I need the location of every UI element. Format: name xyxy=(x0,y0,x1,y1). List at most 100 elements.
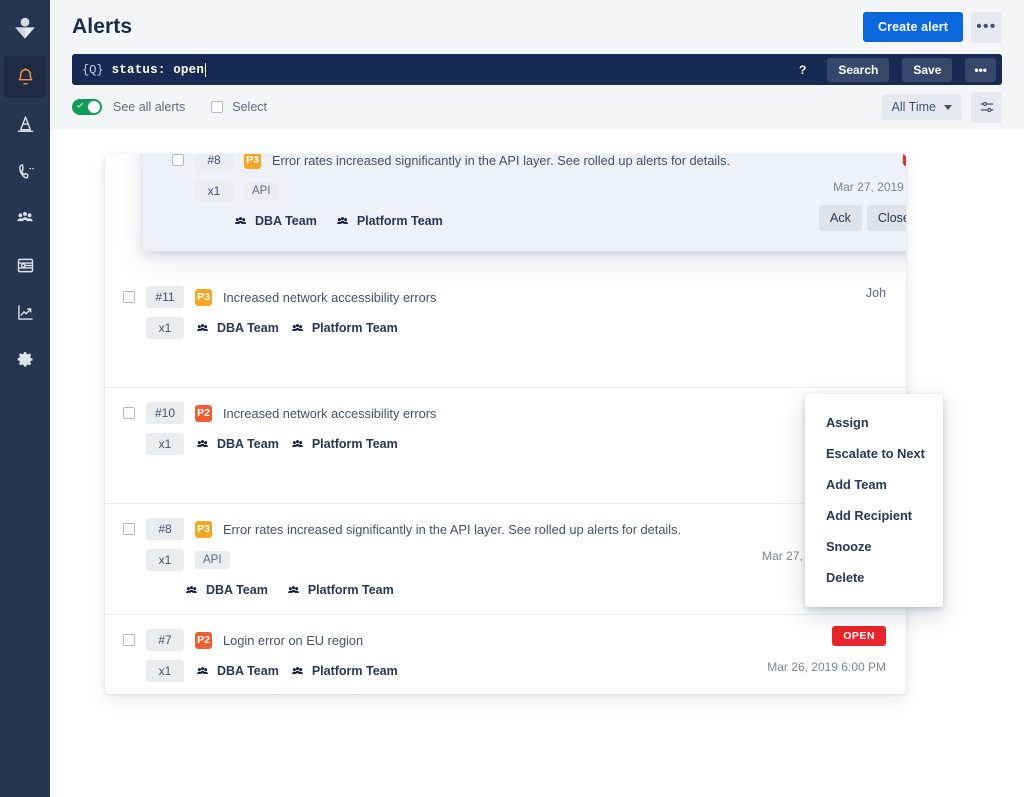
menu-item-add-recipient[interactable]: Add Recipient xyxy=(805,500,943,531)
sidebar-item-incidents[interactable] xyxy=(4,103,46,145)
query-search-icon: {Q} xyxy=(82,63,104,77)
table-row[interactable]: #7 P2 Login error on EU region x1 DBA Te… xyxy=(105,614,906,694)
topbar-header-row: Alerts Create alert ••• xyxy=(72,0,1002,54)
alert-source: API xyxy=(195,551,230,569)
highlighted-alert-card[interactable]: #8 P3 Error rates increased significantl… xyxy=(143,154,906,251)
team-name: Platform Team xyxy=(357,214,443,228)
alert-context-menu: Assign Escalate to Next Add Team Add Rec… xyxy=(805,394,943,607)
team-name: DBA Team xyxy=(206,583,268,597)
alert-row-line3: DBA Team Platform Team xyxy=(123,580,886,600)
team-name: DBA Team xyxy=(255,214,317,228)
menu-item-assign[interactable]: Assign xyxy=(805,407,943,438)
alerts-main: #11 P3 Increased network accessibility e… xyxy=(50,129,1024,797)
row-checkbox[interactable] xyxy=(123,407,135,419)
alert-message: Error rates increased significantly in t… xyxy=(223,522,681,537)
menu-item-escalate-to-next[interactable]: Escalate to Next xyxy=(805,438,943,469)
alert-team: Platform Team xyxy=(290,437,398,452)
row-checkbox[interactable] xyxy=(123,523,135,535)
select-checkbox[interactable] xyxy=(211,101,223,113)
alert-count: x1 xyxy=(146,433,184,455)
opsgenie-logo[interactable] xyxy=(0,0,50,56)
alert-id: #10 xyxy=(146,402,184,424)
menu-item-delete[interactable]: Delete xyxy=(805,562,943,593)
alert-team: Platform Team xyxy=(335,214,443,229)
alert-id: #8 xyxy=(195,154,233,171)
table-row[interactable]: #11 P3 Increased network accessibility e… xyxy=(105,272,906,387)
sidebar-item-analytics[interactable] xyxy=(4,291,46,333)
alert-count: x1 xyxy=(146,317,184,339)
see-all-alerts-toggle[interactable]: See all alerts xyxy=(72,99,185,115)
left-sidebar xyxy=(0,0,50,797)
header-more-button[interactable]: ••• xyxy=(971,12,1002,43)
save-search-button[interactable]: Save xyxy=(902,58,952,82)
team-name: DBA Team xyxy=(217,437,279,451)
alerts-list-card: #11 P3 Increased network accessibility e… xyxy=(105,154,906,694)
search-more-button[interactable]: ••• xyxy=(965,58,996,82)
status-badge: OPEN xyxy=(832,626,886,646)
search-button[interactable]: Search xyxy=(827,58,889,82)
sidebar-item-alerts[interactable] xyxy=(4,56,46,98)
menu-item-snooze[interactable]: Snooze xyxy=(805,531,943,562)
text-caret xyxy=(205,63,206,77)
alert-team: Platform Team xyxy=(286,583,394,598)
menu-item-add-team[interactable]: Add Team xyxy=(805,469,943,500)
filter-settings-button[interactable] xyxy=(971,92,1002,123)
search-help-icon[interactable]: ? xyxy=(791,63,814,77)
alert-count: x1 xyxy=(195,180,233,202)
see-all-alerts-label: See all alerts xyxy=(113,100,185,114)
select-checkbox-group[interactable]: Select xyxy=(211,100,267,114)
alert-message: Login error on EU region xyxy=(223,633,363,648)
row-checkbox[interactable] xyxy=(123,291,135,303)
page-title: Alerts xyxy=(72,15,132,39)
table-row[interactable]: #8 P3 Error rates increased significantl… xyxy=(105,503,906,614)
header-actions: Create alert ••• xyxy=(863,12,1002,43)
search-bar[interactable]: {Q} status: open ? Search Save ••• xyxy=(72,54,1002,85)
search-input[interactable]: status: open xyxy=(112,63,783,77)
priority-badge: P2 xyxy=(195,632,212,649)
team-name: DBA Team xyxy=(217,664,279,678)
alert-owner: Joh xyxy=(866,286,886,300)
more-dots-icon: ••• xyxy=(976,24,996,30)
row-checkbox[interactable] xyxy=(123,634,135,646)
highlighted-line1: #8 P3 Error rates increased significantl… xyxy=(172,154,906,171)
chevron-down-icon xyxy=(944,105,952,110)
priority-badge: P3 xyxy=(195,289,212,306)
create-alert-button[interactable]: Create alert xyxy=(863,12,963,42)
alert-row-line1: #11 P3 Increased network accessibility e… xyxy=(123,286,886,308)
integrations-icon xyxy=(15,255,36,276)
sidebar-item-settings[interactable] xyxy=(4,338,46,380)
status-badge: OPEN xyxy=(903,154,906,166)
ack-button[interactable]: Ack xyxy=(819,205,862,231)
alert-action-buttons: Ack Close ••• xyxy=(819,205,906,231)
alert-row-line1: #8 P3 Error rates increased significantl… xyxy=(123,518,886,540)
highlighted-line3: DBA Team Platform Team xyxy=(172,211,906,231)
table-row[interactable]: #10 P2 Increased network accessibility e… xyxy=(105,387,906,503)
alert-team: Platform Team xyxy=(290,321,398,336)
row-checkbox[interactable] xyxy=(172,154,184,166)
sidebar-item-oncall[interactable] xyxy=(4,150,46,192)
team-icon xyxy=(286,583,301,598)
team-icon xyxy=(290,321,305,336)
team-icon xyxy=(335,214,350,229)
alert-message: Increased network accessibility errors xyxy=(223,290,436,305)
alert-team: DBA Team xyxy=(195,321,279,336)
alert-team: DBA Team xyxy=(184,583,268,598)
sidebar-item-teams[interactable] xyxy=(4,197,46,239)
close-button[interactable]: Close xyxy=(867,205,906,231)
toggle-switch[interactable] xyxy=(72,99,102,115)
alert-team: DBA Team xyxy=(233,214,317,229)
sliders-icon xyxy=(979,99,995,115)
time-range-select[interactable]: All Time xyxy=(882,94,962,120)
time-range-value: All Time xyxy=(892,100,936,114)
alert-team: DBA Team xyxy=(195,437,279,452)
select-label: Select xyxy=(232,100,267,114)
team-name: Platform Team xyxy=(308,583,394,597)
filter-row-right: All Time xyxy=(882,92,1002,123)
phone-oncall-icon xyxy=(15,161,36,182)
team-name: Platform Team xyxy=(312,321,398,335)
team-icon xyxy=(195,664,210,679)
sidebar-item-integrations[interactable] xyxy=(4,244,46,286)
check-icon xyxy=(77,101,83,107)
team-name: DBA Team xyxy=(217,321,279,335)
query-icon-text: {Q} xyxy=(82,63,104,77)
